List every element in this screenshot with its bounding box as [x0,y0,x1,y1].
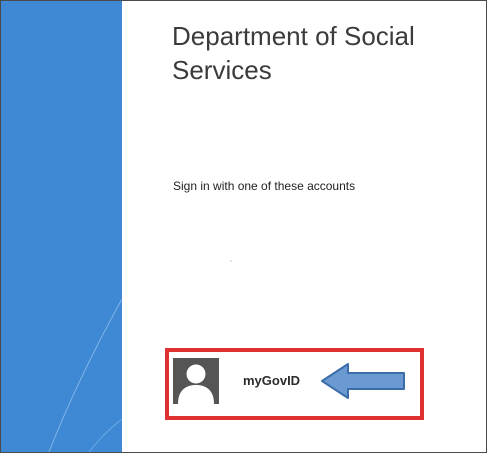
signin-prompt: Sign in with one of these accounts [173,179,356,193]
page-title-line-1: Department of Social [172,21,415,51]
pointer-arrow-icon [321,363,405,399]
account-label: myGovID [243,373,301,388]
signin-window: Department of Social Services Sign in wi… [0,0,487,453]
placeholder-dot [230,260,232,262]
brand-side-panel [1,1,122,452]
decorative-lines [48,298,122,452]
page-title: Department of Social Services [172,19,472,87]
account-tile-mygovid[interactable]: myGovID [173,358,408,404]
page-title-line-2: Services [172,55,272,85]
user-avatar-icon [173,358,219,404]
